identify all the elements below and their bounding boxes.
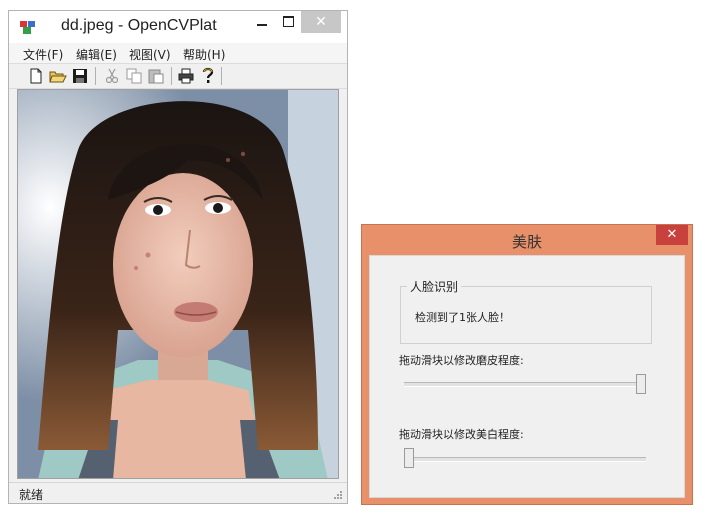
whiten-slider-track[interactable]: [404, 457, 646, 462]
smooth-slider-track[interactable]: [404, 382, 646, 387]
status-text: 就绪: [19, 488, 44, 502]
maximize-button[interactable]: [275, 11, 301, 33]
close-icon: ✕: [315, 14, 327, 30]
photo: [18, 90, 338, 478]
minimize-button[interactable]: [249, 11, 275, 33]
resize-grip-icon[interactable]: [333, 490, 343, 500]
whiten-slider-thumb[interactable]: [404, 448, 414, 468]
image-canvas[interactable]: [17, 89, 339, 479]
app-icon: [20, 21, 35, 34]
smooth-slider-thumb[interactable]: [636, 374, 646, 394]
dialog-body: 人脸识别 检测到了1张人脸！ 拖动滑块以修改磨皮程度: 拖动滑块以修改美白程度:: [369, 255, 685, 498]
toolbar-separator: [95, 67, 96, 85]
main-window: dd.jpeg - OpenCVPlat ✕ 文件(F) 编辑(E) 视图(V)…: [8, 10, 348, 504]
menu-bar: 文件(F) 编辑(E) 视图(V) 帮助(H): [9, 43, 347, 63]
face-detect-result: 检测到了1张人脸！: [415, 311, 510, 324]
print-icon[interactable]: [177, 67, 195, 85]
face-detect-group-label: 人脸识别: [407, 278, 462, 295]
face-detect-group: 人脸识别 检测到了1张人脸！: [400, 278, 652, 344]
new-file-icon[interactable]: [27, 67, 45, 85]
whiten-slider-label: 拖动滑块以修改美白程度:: [399, 428, 524, 441]
dialog-title: 美肤: [511, 233, 542, 251]
menu-view[interactable]: 视图(V): [129, 46, 171, 63]
dialog-close-button[interactable]: ✕: [656, 225, 688, 245]
window-title: dd.jpeg - OpenCVPlat: [61, 17, 217, 34]
close-icon: ✕: [666, 227, 678, 242]
cut-icon[interactable]: [103, 67, 121, 85]
toolbar-separator: [171, 67, 172, 85]
menu-edit[interactable]: 编辑(E): [76, 46, 117, 63]
smooth-slider-label: 拖动滑块以修改磨皮程度:: [399, 354, 524, 367]
menu-file[interactable]: 文件(F): [23, 46, 63, 63]
help-icon[interactable]: [199, 67, 217, 85]
save-icon[interactable]: [71, 67, 89, 85]
menu-help[interactable]: 帮助(H): [183, 46, 225, 63]
copy-icon[interactable]: [125, 67, 143, 85]
beautify-dialog: 美肤 ✕ 人脸识别 检测到了1张人脸！ 拖动滑块以修改磨皮程度: 拖动滑块以修改…: [361, 224, 693, 505]
open-folder-icon[interactable]: [49, 67, 67, 85]
toolbar: [9, 63, 347, 89]
close-button[interactable]: ✕: [301, 11, 341, 33]
toolbar-separator: [221, 67, 222, 85]
status-bar: 就绪: [9, 482, 347, 503]
title-bar[interactable]: dd.jpeg - OpenCVPlat ✕: [9, 11, 347, 43]
paste-icon[interactable]: [147, 67, 165, 85]
